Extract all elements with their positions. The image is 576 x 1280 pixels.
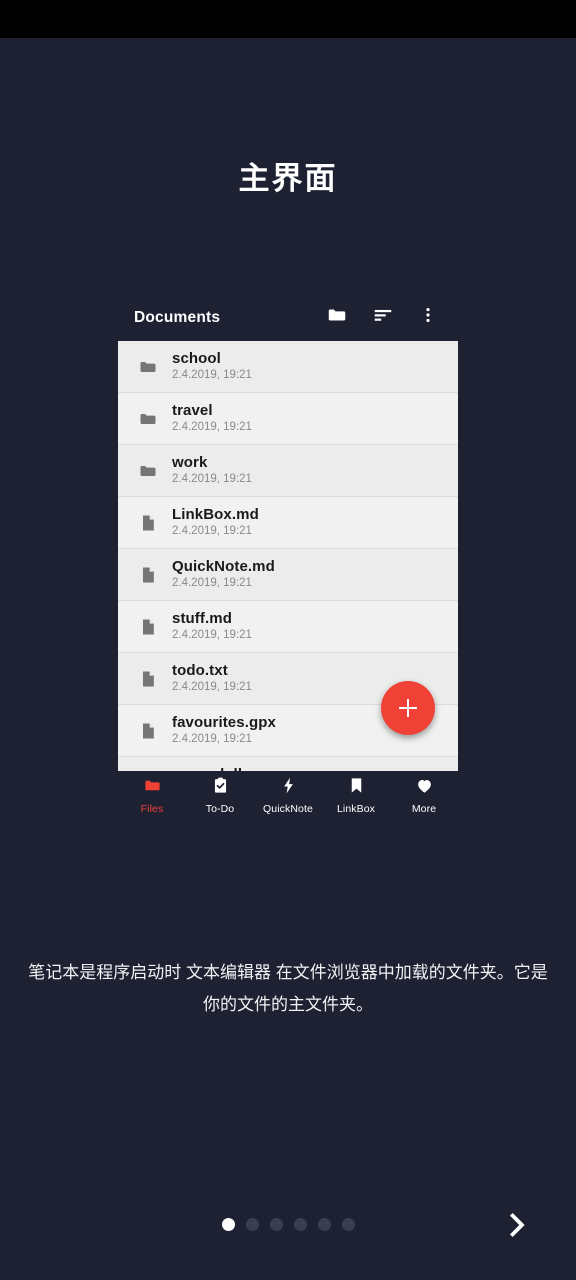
page-dot[interactable] [294,1218,307,1231]
app-toolbar: Documents [118,294,458,341]
folder-icon [130,409,166,429]
sort-icon[interactable] [372,304,394,331]
folder-icon [143,776,162,800]
pager [0,1212,576,1238]
plus-icon [399,699,417,717]
file-date: 2.4.2019, 19:21 [172,525,252,537]
table-row[interactable]: school 2.4.2019, 19:21 [118,341,458,393]
nav-item-quicknote[interactable]: QuickNote [254,776,322,815]
page-dot[interactable] [318,1218,331,1231]
bookmark-icon [347,776,366,800]
folder-icon [130,461,166,481]
file-name: favourites.gpx [172,714,276,731]
chevron-right-icon [502,1208,532,1247]
nav-item-more[interactable]: More [390,776,458,815]
page-dot[interactable] [342,1218,355,1231]
table-row[interactable]: LinkBox.md 2.4.2019, 19:21 [118,497,458,549]
file-name: LinkBox.md [172,506,259,523]
clipboard-check-icon [211,776,230,800]
file-icon [130,669,166,689]
file-date: 2.4.2019, 19:21 [172,369,252,381]
toolbar-title: Documents [134,308,221,326]
file-date: 2.4.2019, 19:21 [172,473,252,485]
table-row[interactable]: gpass.kdbx 2.4.2019, 19:21 [118,757,458,771]
folder-icon[interactable] [326,304,348,331]
next-button[interactable] [496,1204,538,1250]
file-name: travel [172,402,213,419]
onboarding-description: 笔记本是程序启动时 文本编辑器 在文件浏览器中加载的文件夹。它是你的文件的主文件… [28,963,548,1014]
bottom-navigation: Files To-Do QuickNote LinkBox More [118,771,458,823]
file-name: work [172,454,208,471]
table-row[interactable]: stuff.md 2.4.2019, 19:21 [118,601,458,653]
heart-icon [415,776,434,800]
file-date: 2.4.2019, 19:21 [172,681,252,693]
page-title: 主界面 [238,161,338,196]
nav-item-todo[interactable]: To-Do [186,776,254,815]
file-icon [130,565,166,585]
file-name: QuickNote.md [172,558,275,575]
file-name: stuff.md [172,610,232,627]
nav-label: Files [140,803,164,815]
file-name: gpass.kdbx [172,766,256,771]
nav-label: QuickNote [263,803,313,815]
nav-label: LinkBox [336,803,376,815]
folder-icon [130,357,166,377]
nav-label: To-Do [205,803,235,815]
app-preview-card: Documents school 2.4.2019, 19:21 travel … [118,294,458,823]
status-bar [0,0,576,38]
table-row[interactable]: QuickNote.md 2.4.2019, 19:21 [118,549,458,601]
page-dot[interactable] [270,1218,283,1231]
file-date: 2.4.2019, 19:21 [172,629,252,641]
file-date: 2.4.2019, 19:21 [172,577,252,589]
add-button[interactable] [381,681,435,735]
file-date: 2.4.2019, 19:21 [172,421,252,433]
lightning-icon [279,776,298,800]
file-icon [130,513,166,533]
file-name: school [172,350,221,367]
file-name: todo.txt [172,662,228,679]
page-dot[interactable] [246,1218,259,1231]
onboarding-screen: 主界面 Documents school 2.4.2019, 19:21 tra… [0,0,576,1280]
nav-item-linkbox[interactable]: LinkBox [322,776,390,815]
overflow-menu-icon[interactable] [418,304,438,331]
file-list[interactable]: school 2.4.2019, 19:21 travel 2.4.2019, … [118,341,458,771]
nav-label: More [411,803,437,815]
nav-item-files[interactable]: Files [118,776,186,815]
table-row[interactable]: travel 2.4.2019, 19:21 [118,393,458,445]
page-dots [222,1218,355,1231]
file-date: 2.4.2019, 19:21 [172,733,252,745]
table-row[interactable]: work 2.4.2019, 19:21 [118,445,458,497]
file-icon [130,617,166,637]
file-icon [130,721,166,741]
toolbar-actions [326,304,444,331]
page-dot[interactable] [222,1218,235,1231]
